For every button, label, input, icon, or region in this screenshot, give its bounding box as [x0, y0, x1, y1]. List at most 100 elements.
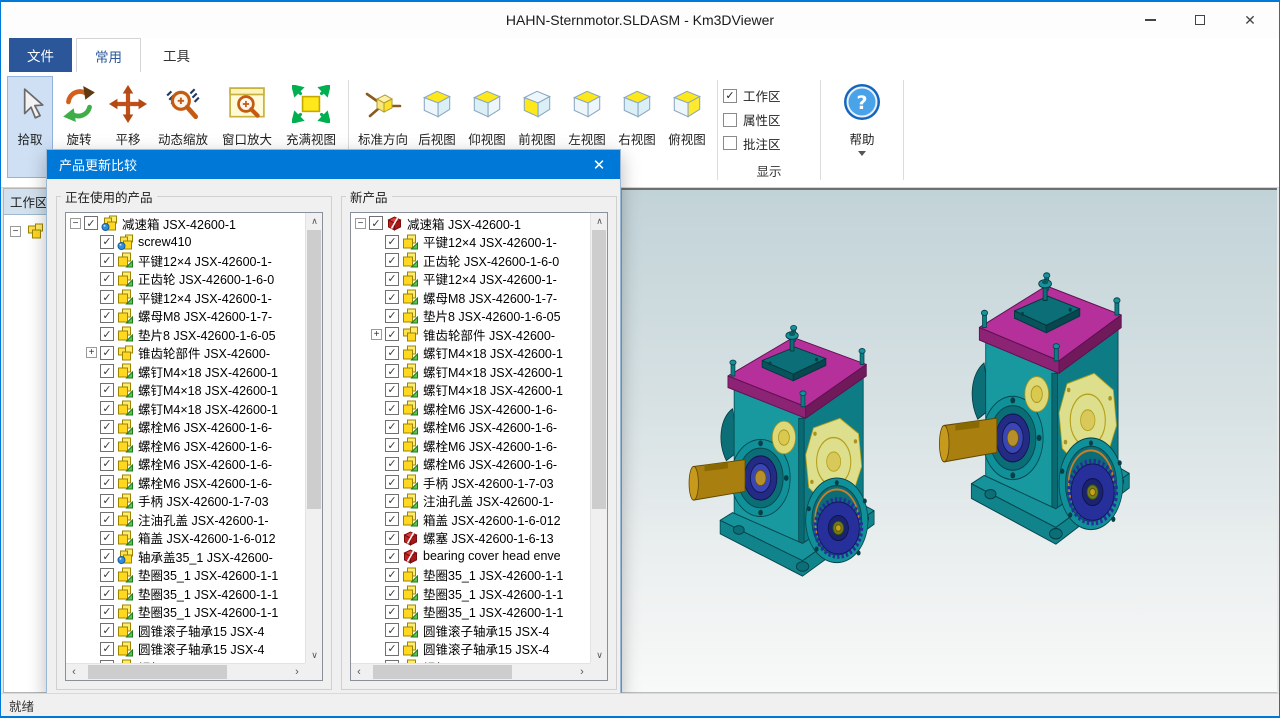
tree-item[interactable]: ✓螺栓M6 JSX-42600-1-6-: [351, 455, 590, 474]
tree-item[interactable]: ✓箱盖 JSX-42600-1-6-012: [351, 510, 590, 529]
tree-item[interactable]: ✓平键12×4 JSX-42600-1-: [351, 270, 590, 289]
tree-item-checkbox[interactable]: ✓: [385, 272, 399, 286]
workspace-checkbox[interactable]: ✓: [723, 89, 737, 103]
tree-item-checkbox[interactable]: ✓: [385, 383, 399, 397]
vertical-scrollbar[interactable]: ∧∨: [590, 213, 607, 663]
tree-item[interactable]: ✓手柄 JSX-42600-1-7-03: [66, 492, 305, 511]
tree-item-checkbox[interactable]: ✓: [100, 605, 114, 619]
tree-item[interactable]: ✓平键12×4 JSX-42600-1-: [66, 288, 305, 307]
tree-item[interactable]: ✓bearing cover head enve: [351, 547, 590, 566]
tree-item[interactable]: ✓螺栓M6 JSX-42600-1-6-: [351, 399, 590, 418]
tree-item[interactable]: ✓平键12×4 JSX-42600-1-: [351, 233, 590, 252]
tree-item-checkbox[interactable]: ✓: [100, 309, 114, 323]
tree-item-checkbox[interactable]: ✓: [100, 494, 114, 508]
tree-item[interactable]: ✓螺母M8 JSX-42600-1-7-: [351, 288, 590, 307]
collapse-icon[interactable]: −: [355, 218, 366, 229]
tree-item[interactable]: ✓螺栓M6 JSX-42600-1-6-: [66, 455, 305, 474]
tree-item[interactable]: ✓平键12×4 JSX-42600-1-: [66, 251, 305, 270]
expand-icon[interactable]: +: [371, 329, 382, 340]
minimize-button[interactable]: [1139, 9, 1161, 31]
collapse-icon[interactable]: −: [10, 226, 21, 237]
3d-viewport[interactable]: [621, 188, 1277, 693]
tree-item-checkbox[interactable]: ✓: [100, 586, 114, 600]
tree-item-checkbox[interactable]: ✓: [385, 605, 399, 619]
annotation-checkbox[interactable]: [723, 136, 737, 150]
tree-item-checkbox[interactable]: ✓: [385, 494, 399, 508]
tab-tools[interactable]: 工具: [145, 38, 208, 72]
scroll-left-icon[interactable]: ‹: [66, 664, 82, 681]
tree-item[interactable]: ✓螺栓M6 JSX-42600-1-6-: [351, 436, 590, 455]
tree-item[interactable]: ✓正齿轮 JSX-42600-1-6-0: [66, 270, 305, 289]
tree-item[interactable]: ✓螺钉M4×18 JSX-42600-1: [351, 362, 590, 381]
workspace-checkbox-row[interactable]: ✓ 工作区: [723, 84, 815, 108]
tree-item-checkbox[interactable]: ✓: [385, 364, 399, 378]
tree-item[interactable]: ✓垫圈35_1 JSX-42600-1-1: [66, 603, 305, 622]
tree-item-checkbox[interactable]: ✓: [100, 438, 114, 452]
property-checkbox[interactable]: [723, 113, 737, 127]
tree-item-checkbox[interactable]: ✓: [385, 420, 399, 434]
tree-item[interactable]: ✓螺栓M6 JSX-42600-1-6-: [66, 418, 305, 437]
tree-item-checkbox[interactable]: ✓: [100, 420, 114, 434]
tree-item[interactable]: ✓螺钉M4×18 JSX-42600-1: [66, 381, 305, 400]
scroll-up-icon[interactable]: ∧: [591, 213, 608, 229]
tree-item-checkbox[interactable]: ✓: [100, 401, 114, 415]
tree-item-checkbox[interactable]: ✓: [369, 216, 383, 230]
tree-item[interactable]: ✓注油孔盖 JSX-42600-1-: [351, 492, 590, 511]
tree-item[interactable]: ✓螺钉M4×18 JSX-42600-1: [66, 399, 305, 418]
tree-item-checkbox[interactable]: ✓: [84, 216, 98, 230]
tree-item[interactable]: ✓螺塞 JSX-42600-1-6-13: [351, 529, 590, 548]
tree-item-checkbox[interactable]: ✓: [385, 327, 399, 341]
tree-item[interactable]: ✓正齿轮 JSX-42600-1-6-0: [351, 251, 590, 270]
tree-item-checkbox[interactable]: ✓: [100, 642, 114, 656]
tree-item[interactable]: +✓锥齿轮部件 JSX-42600-: [351, 325, 590, 344]
tree-item[interactable]: ✓注油孔盖 JSX-42600-1-: [66, 510, 305, 529]
tree-item[interactable]: ✓圆锥滚子轴承15 JSX-4: [351, 621, 590, 640]
tree-item[interactable]: ✓垫圈35_1 JSX-42600-1-1: [351, 584, 590, 603]
scroll-left-icon[interactable]: ‹: [351, 664, 367, 681]
tree-item-checkbox[interactable]: ✓: [100, 290, 114, 304]
tree-item-checkbox[interactable]: ✓: [385, 568, 399, 582]
tree-item[interactable]: ✓螺栓M6 JSX-42600-1-6-: [66, 473, 305, 492]
tree-item[interactable]: ✓箱盖 JSX-42600-1-6-012: [66, 529, 305, 548]
tree-item[interactable]: ✓垫圈35_1 JSX-42600-1-1: [66, 584, 305, 603]
tree-item[interactable]: +✓锥齿轮部件 JSX-42600-: [66, 344, 305, 363]
tree-item[interactable]: ✓圆锥滚子轴承15 JSX-4: [66, 621, 305, 640]
tree-item-checkbox[interactable]: ✓: [100, 327, 114, 341]
tree-item-checkbox[interactable]: ✓: [385, 512, 399, 526]
tree-item-checkbox[interactable]: ✓: [100, 531, 114, 545]
tree-item-checkbox[interactable]: ✓: [100, 457, 114, 471]
tree-item-checkbox[interactable]: ✓: [385, 642, 399, 656]
tree-item[interactable]: ✓垫圈35_1 JSX-42600-1-1: [351, 566, 590, 585]
tree-item[interactable]: ✓垫圈35_1 JSX-42600-1-1: [351, 603, 590, 622]
tree-item-checkbox[interactable]: ✓: [385, 290, 399, 304]
tree-item-checkbox[interactable]: ✓: [100, 512, 114, 526]
tree-item-checkbox[interactable]: ✓: [385, 549, 399, 563]
tree-item-checkbox[interactable]: ✓: [385, 586, 399, 600]
tree-item[interactable]: ✓螺母M8 JSX-42600-1-7-: [66, 307, 305, 326]
tree-item-checkbox[interactable]: ✓: [100, 346, 114, 360]
tree-item-checkbox[interactable]: ✓: [100, 272, 114, 286]
tree-item-checkbox[interactable]: ✓: [100, 253, 114, 267]
tree-item-checkbox[interactable]: ✓: [100, 364, 114, 378]
annotation-checkbox-row[interactable]: 批注区: [723, 131, 815, 155]
tree-item-checkbox[interactable]: ✓: [100, 383, 114, 397]
tree-item[interactable]: ✓螺钉M4×18 JSX-42600-1: [66, 362, 305, 381]
scroll-down-icon[interactable]: ∨: [591, 647, 608, 663]
tree-item[interactable]: ✓手柄 JSX-42600-1-7-03: [351, 473, 590, 492]
tree-item[interactable]: ✓螺钉M4×18 JSX-42600-1: [351, 381, 590, 400]
tree-item-checkbox[interactable]: ✓: [385, 401, 399, 415]
tree-item[interactable]: ✓垫片8 JSX-42600-1-6-05: [351, 307, 590, 326]
tree-item-checkbox[interactable]: ✓: [385, 235, 399, 249]
scroll-up-icon[interactable]: ∧: [306, 213, 323, 229]
horizontal-scrollbar[interactable]: ‹›: [66, 663, 305, 680]
tree-item[interactable]: ✓螺栓M6 JSX-42600-1-6-: [66, 436, 305, 455]
property-checkbox-row[interactable]: 属性区: [723, 108, 815, 132]
tab-file[interactable]: 文件: [9, 38, 72, 72]
tree-item-checkbox[interactable]: ✓: [385, 475, 399, 489]
tree-item-checkbox[interactable]: ✓: [385, 457, 399, 471]
scrollbar-thumb[interactable]: [373, 665, 512, 679]
tree-item[interactable]: ✓垫片8 JSX-42600-1-6-05: [66, 325, 305, 344]
tree-item[interactable]: ✓圆锥滚子轴承15 JSX-4: [351, 640, 590, 659]
tree-item[interactable]: ✓螺钉M4×18 JSX-42600-1: [351, 344, 590, 363]
horizontal-scrollbar[interactable]: ‹›: [351, 663, 590, 680]
